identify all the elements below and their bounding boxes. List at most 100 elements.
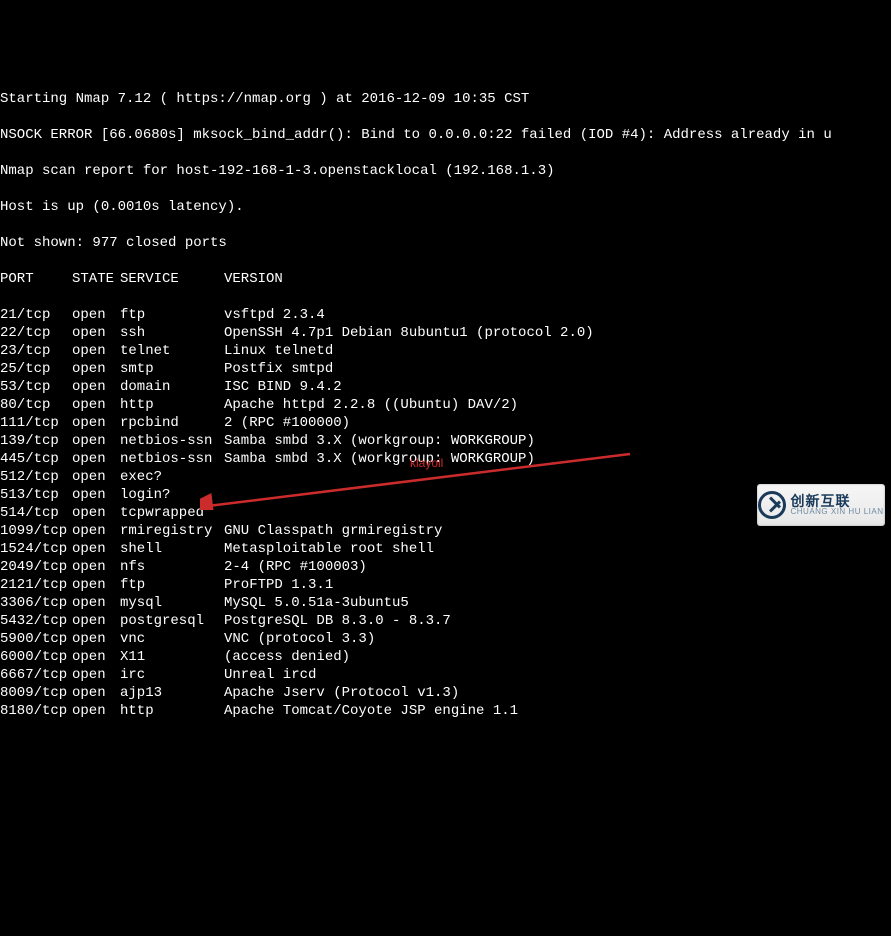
table-row: 25/tcpopensmtpPostfix smtpd: [0, 360, 891, 378]
table-row: 3306/tcpopenmysqlMySQL 5.0.51a-3ubuntu5: [0, 594, 891, 612]
state-cell: open: [72, 324, 120, 342]
watermark-en-text: CHUANG XIN HU LIAN: [790, 508, 883, 516]
state-cell: open: [72, 486, 120, 504]
state-cell: open: [72, 648, 120, 666]
port-cell: 1099/tcp: [0, 522, 72, 540]
state-cell: open: [72, 504, 120, 522]
port-cell: 3306/tcp: [0, 594, 72, 612]
state-cell: open: [72, 558, 120, 576]
version-cell: 2-4 (RPC #100003): [224, 558, 367, 576]
version-cell: Apache httpd 2.2.8 ((Ubuntu) DAV/2): [224, 396, 518, 414]
service-cell: rpcbind: [120, 414, 224, 432]
version-cell: vsftpd 2.3.4: [224, 306, 325, 324]
state-cell: open: [72, 468, 120, 486]
service-cell: ssh: [120, 324, 224, 342]
table-row: 8180/tcpopenhttpApache Tomcat/Coyote JSP…: [0, 702, 891, 720]
state-cell: open: [72, 342, 120, 360]
version-cell: ProFTPD 1.3.1: [224, 576, 333, 594]
table-row: 512/tcpopenexec?: [0, 468, 891, 486]
port-cell: 6000/tcp: [0, 648, 72, 666]
service-cell: shell: [120, 540, 224, 558]
port-cell: 21/tcp: [0, 306, 72, 324]
port-cell: 1524/tcp: [0, 540, 72, 558]
service-cell: nfs: [120, 558, 224, 576]
version-cell: GNU Classpath grmiregistry: [224, 522, 442, 540]
port-cell: 22/tcp: [0, 324, 72, 342]
state-cell: open: [72, 432, 120, 450]
nmap-start-line: Starting Nmap 7.12 ( https://nmap.org ) …: [0, 90, 891, 108]
version-cell: PostgreSQL DB 8.3.0 - 8.3.7: [224, 612, 451, 630]
service-cell: rmiregistry: [120, 522, 224, 540]
service-cell: smtp: [120, 360, 224, 378]
service-cell: irc: [120, 666, 224, 684]
state-cell: open: [72, 702, 120, 720]
version-cell: 2 (RPC #100000): [224, 414, 350, 432]
state-cell: open: [72, 450, 120, 468]
state-cell: open: [72, 414, 120, 432]
table-row: 80/tcpopenhttpApache httpd 2.2.8 ((Ubunt…: [0, 396, 891, 414]
watermark-logo: 创新互联 CHUANG XIN HU LIAN: [757, 484, 885, 526]
service-cell: netbios-ssn: [120, 450, 224, 468]
port-cell: 513/tcp: [0, 486, 72, 504]
service-cell: mysql: [120, 594, 224, 612]
port-cell: 139/tcp: [0, 432, 72, 450]
watermark-mark-icon: [758, 491, 786, 519]
state-cell: open: [72, 522, 120, 540]
col-service-header: SERVICE: [120, 270, 224, 288]
port-cell: 25/tcp: [0, 360, 72, 378]
col-state-header: STATE: [72, 270, 120, 288]
columns-header: PORTSTATESERVICEVERSION: [0, 270, 891, 288]
table-row: 139/tcpopennetbios-ssnSamba smbd 3.X (wo…: [0, 432, 891, 450]
table-row: 111/tcpopenrpcbind2 (RPC #100000): [0, 414, 891, 432]
state-cell: open: [72, 360, 120, 378]
service-cell: postgresql: [120, 612, 224, 630]
service-cell: X11: [120, 648, 224, 666]
scan-report-line: Nmap scan report for host-192-168-1-3.op…: [0, 162, 891, 180]
service-cell: netbios-ssn: [120, 432, 224, 450]
state-cell: open: [72, 396, 120, 414]
col-version-header: VERSION: [224, 270, 283, 288]
service-cell: exec?: [120, 468, 224, 486]
table-row: 1524/tcpopenshellMetasploitable root she…: [0, 540, 891, 558]
table-row: 5432/tcpopenpostgresqlPostgreSQL DB 8.3.…: [0, 612, 891, 630]
state-cell: open: [72, 540, 120, 558]
version-cell: Metasploitable root shell: [224, 540, 434, 558]
service-cell: telnet: [120, 342, 224, 360]
port-cell: 445/tcp: [0, 450, 72, 468]
port-cell: 80/tcp: [0, 396, 72, 414]
col-port-header: PORT: [0, 270, 72, 288]
table-row: 53/tcpopendomainISC BIND 9.4.2: [0, 378, 891, 396]
nsock-error-line: NSOCK ERROR [66.0680s] mksock_bind_addr(…: [0, 126, 891, 144]
state-cell: open: [72, 666, 120, 684]
state-cell: open: [72, 612, 120, 630]
service-cell: http: [120, 702, 224, 720]
table-row: 2049/tcpopennfs2-4 (RPC #100003): [0, 558, 891, 576]
version-cell: Unreal ircd: [224, 666, 316, 684]
version-cell: VNC (protocol 3.3): [224, 630, 375, 648]
table-row: 21/tcpopenftpvsftpd 2.3.4: [0, 306, 891, 324]
port-cell: 53/tcp: [0, 378, 72, 396]
not-shown-line: Not shown: 977 closed ports: [0, 234, 891, 252]
port-cell: 8009/tcp: [0, 684, 72, 702]
table-row: 445/tcpopennetbios-ssnSamba smbd 3.X (wo…: [0, 450, 891, 468]
version-cell: Samba smbd 3.X (workgroup: WORKGROUP): [224, 450, 535, 468]
state-cell: open: [72, 684, 120, 702]
version-cell: ISC BIND 9.4.2: [224, 378, 342, 396]
version-cell: Apache Jserv (Protocol v1.3): [224, 684, 459, 702]
state-cell: open: [72, 576, 120, 594]
port-cell: 8180/tcp: [0, 702, 72, 720]
state-cell: open: [72, 378, 120, 396]
state-cell: open: [72, 594, 120, 612]
version-cell: Linux telnetd: [224, 342, 333, 360]
version-cell: Postfix smtpd: [224, 360, 333, 378]
state-cell: open: [72, 630, 120, 648]
service-cell: ftp: [120, 306, 224, 324]
terminal-output: Starting Nmap 7.12 ( https://nmap.org ) …: [0, 72, 891, 738]
table-row: 5900/tcpopenvncVNC (protocol 3.3): [0, 630, 891, 648]
host-up-line: Host is up (0.0010s latency).: [0, 198, 891, 216]
table-row: 23/tcpopentelnetLinux telnetd: [0, 342, 891, 360]
version-cell: Samba smbd 3.X (workgroup: WORKGROUP): [224, 432, 535, 450]
port-cell: 5900/tcp: [0, 630, 72, 648]
port-cell: 5432/tcp: [0, 612, 72, 630]
table-row: 8009/tcpopenajp13Apache Jserv (Protocol …: [0, 684, 891, 702]
